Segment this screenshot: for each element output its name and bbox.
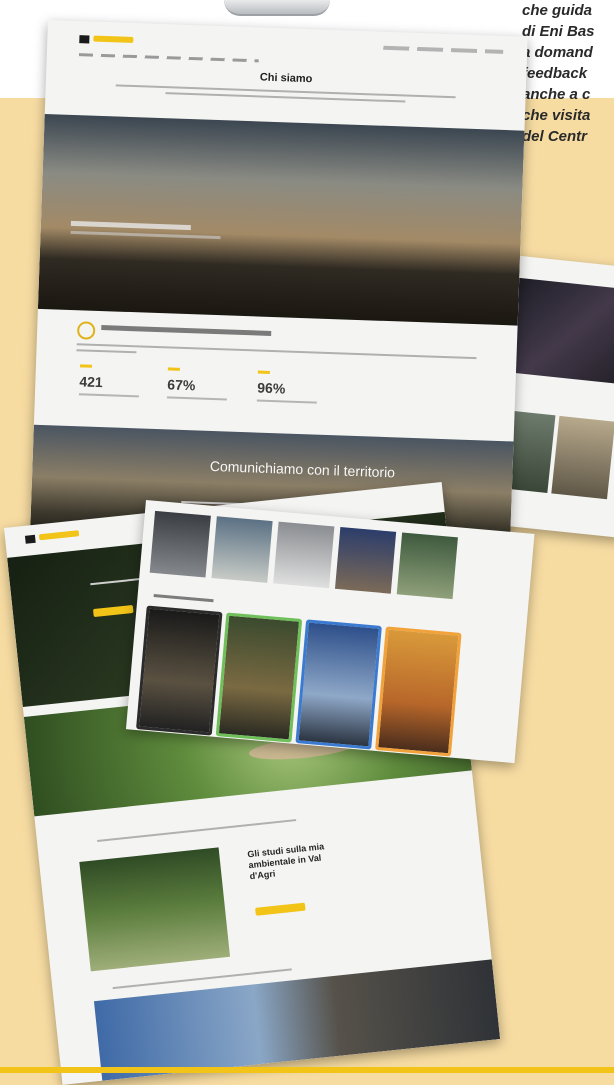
logo-wordmark (93, 35, 134, 43)
gallery-thumbnail[interactable] (149, 510, 211, 578)
photo-thumbnail (551, 415, 614, 500)
impact-text-line (76, 343, 477, 360)
side-article-text: che guida di Eni Bas a domand feedback a… (522, 0, 614, 147)
magazine-cover[interactable] (375, 626, 462, 757)
gallery-thumbnail[interactable] (211, 516, 273, 583)
covers-section-label (153, 594, 214, 603)
gallery-thumbnail[interactable] (273, 521, 335, 589)
tab-decoration (224, 0, 330, 16)
gallery-thumbnail[interactable] (396, 532, 458, 600)
tree-path-image (79, 847, 231, 972)
magazine-cover[interactable] (136, 605, 223, 736)
studies-heading: Gli studi sulla mia ambientale in Val d'… (246, 841, 325, 882)
impact-text-line (76, 349, 137, 354)
stat-tag (167, 367, 180, 371)
impact-heading (101, 325, 272, 336)
side-line-1: che guida (522, 2, 593, 19)
magazine-cover[interactable] (215, 612, 303, 743)
bottom-yellow-rule (0, 1067, 614, 1073)
side-line-6: che visita (522, 107, 591, 124)
gallery-thumbnail[interactable] (334, 527, 397, 594)
stat-value: 67% (167, 376, 196, 394)
side-line-4: feedback (522, 65, 588, 82)
logo-wordmark (38, 530, 80, 541)
screenshot-chi-siamo: Chi siamo 421 67% 96% Comunichiamo con i… (29, 20, 528, 557)
hero-image-mountains (37, 113, 525, 326)
stat-tag (79, 364, 92, 368)
stat-tag (257, 370, 270, 374)
side-line-7: del Centr (522, 128, 588, 145)
side-line-3: a domand (522, 44, 593, 61)
section-label (97, 819, 297, 842)
stat-value: 421 (79, 373, 104, 391)
magazine-cover[interactable] (295, 619, 382, 750)
stat-description (78, 393, 139, 398)
impact-icon (76, 321, 96, 340)
top-links (383, 45, 504, 54)
bottom-photo-strip (93, 959, 501, 1081)
studies-button[interactable] (255, 902, 306, 916)
eni-logo-icon (79, 35, 90, 44)
screenshot-gallery (125, 500, 535, 764)
stat-value: 96% (257, 379, 286, 397)
stat-description (256, 399, 317, 404)
side-line-5: anche a c (522, 86, 591, 103)
stat-description (166, 396, 227, 401)
eni-logo-icon (24, 534, 36, 544)
main-nav (78, 53, 259, 63)
page-title: Chi siamo (259, 71, 313, 86)
side-line-2: di Eni Bas (522, 23, 595, 40)
